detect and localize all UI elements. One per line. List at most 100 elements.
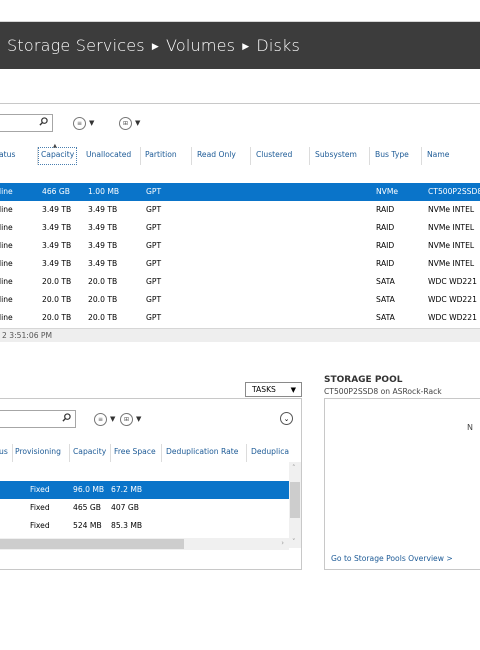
column-divider xyxy=(191,147,192,165)
cell-bus-type: RAID xyxy=(376,205,395,214)
group-icon: ⊞ xyxy=(119,116,132,130)
col-capacity[interactable]: Capacity xyxy=(73,447,106,456)
breadcrumb-volumes[interactable]: Volumes xyxy=(166,36,235,55)
cell-name: WDC WD221 xyxy=(428,295,477,304)
disks-header-row: atus ▲ Capacity Unallocated Partition Rea… xyxy=(0,143,480,165)
cell-name: NVMe INTEL xyxy=(428,259,475,268)
search-icon xyxy=(62,413,71,422)
table-row[interactable]: Fixed 465 GB 407 GB xyxy=(0,499,289,517)
col-deduplication-rate[interactable]: Deduplication Rate xyxy=(166,447,238,456)
scrollbar-thumb[interactable] xyxy=(290,482,300,518)
chevron-down-icon: ▼ xyxy=(135,119,141,127)
storage-pools-overview-link[interactable]: Go to Storage Pools Overview > xyxy=(331,554,453,563)
col-name[interactable]: Name xyxy=(427,150,449,159)
storage-pool-subtitle: CT500P2SSD8 on ASRock-Rack xyxy=(324,387,442,396)
col-capacity[interactable]: ▲ Capacity xyxy=(38,143,78,165)
cell-status: line xyxy=(0,205,13,214)
scroll-down-icon[interactable]: ˅ xyxy=(292,538,296,546)
cell-status: line xyxy=(0,241,13,250)
cell-name: CT500P2SSD8 xyxy=(428,187,480,196)
cell-partition: GPT xyxy=(146,241,162,250)
col-provisioning[interactable]: Provisioning xyxy=(15,447,61,456)
scroll-up-icon[interactable]: ˄ xyxy=(292,464,296,472)
vdisks-header-row: us Provisioning Capacity Free Space Dedu… xyxy=(0,444,301,462)
cell-bus-type: NVMe xyxy=(376,187,399,196)
column-divider xyxy=(161,444,162,462)
cell-unallocated: 20.0 TB xyxy=(88,313,118,322)
col-deduplication[interactable]: Deduplica xyxy=(251,447,289,456)
cell-name: NVMe INTEL xyxy=(428,223,475,232)
cell-partition: GPT xyxy=(146,187,162,196)
col-read-only[interactable]: Read Only xyxy=(197,150,236,159)
col-unallocated[interactable]: Unallocated xyxy=(86,150,131,159)
col-subsystem[interactable]: Subsystem xyxy=(315,150,357,159)
top-strip xyxy=(0,0,480,22)
disks-search-input[interactable] xyxy=(0,114,53,132)
cell-status: line xyxy=(0,313,13,322)
col-status[interactable]: us xyxy=(0,447,8,456)
table-row[interactable]: line 3.49 TB 3.49 TB GPT RAID NVMe INTEL xyxy=(0,237,480,255)
table-row[interactable]: line 20.0 TB 20.0 TB GPT SATA WDC WD221 xyxy=(0,309,480,327)
cell-capacity: 465 GB xyxy=(73,503,102,512)
vertical-scrollbar[interactable]: ˄ ˅ xyxy=(289,462,301,548)
cell-free-space: 67.2 MB xyxy=(111,485,143,494)
breadcrumb-disks[interactable]: Disks xyxy=(256,36,300,55)
col-bus-type[interactable]: Bus Type xyxy=(375,150,409,159)
cell-unallocated: 3.49 TB xyxy=(88,205,118,214)
table-row[interactable]: line 3.49 TB 3.49 TB GPT RAID NVMe INTEL xyxy=(0,219,480,237)
cell-capacity: 3.49 TB xyxy=(42,259,72,268)
collapse-icon[interactable]: ⌄ xyxy=(280,412,293,425)
cell-capacity: 20.0 TB xyxy=(42,295,72,304)
disks-status-bar: 2 3:51:06 PM xyxy=(0,328,480,342)
cell-unallocated: 3.49 TB xyxy=(88,223,118,232)
chevron-right-icon: ▶ xyxy=(242,42,250,52)
cell-capacity: 466 GB xyxy=(42,187,71,196)
cell-provisioning: Fixed xyxy=(30,521,50,530)
cell-status: line xyxy=(0,277,13,286)
table-row[interactable]: line 466 GB 1.00 MB GPT NVMe CT500P2SSD8 xyxy=(0,183,480,201)
table-row[interactable]: Fixed 524 MB 85.3 MB xyxy=(0,517,289,535)
table-row[interactable]: line 20.0 TB 20.0 TB GPT SATA WDC WD221 xyxy=(0,291,480,309)
table-row[interactable]: line 3.49 TB 3.49 TB GPT RAID NVMe INTEL xyxy=(0,201,480,219)
cell-capacity: 20.0 TB xyxy=(42,313,72,322)
horizontal-scrollbar[interactable]: › xyxy=(0,538,289,550)
table-row[interactable]: line 20.0 TB 20.0 TB GPT SATA WDC WD221 xyxy=(0,273,480,291)
cell-capacity: 524 MB xyxy=(73,521,102,530)
cell-status: line xyxy=(0,187,13,196)
cell-status: line xyxy=(0,223,13,232)
scroll-right-icon[interactable]: › xyxy=(281,539,284,547)
column-divider xyxy=(140,147,141,165)
column-divider xyxy=(12,444,13,462)
cell-partition: GPT xyxy=(146,277,162,286)
cell-free-space: 407 GB xyxy=(111,503,140,512)
vdisks-group-options-button[interactable]: ⊞ ▼ xyxy=(120,411,141,427)
chevron-down-icon: ▼ xyxy=(110,415,116,423)
col-free-space[interactable]: Free Space xyxy=(114,447,156,456)
table-row[interactable]: line 3.49 TB 3.49 TB GPT RAID NVMe INTEL xyxy=(0,255,480,273)
scrollbar-thumb[interactable] xyxy=(0,539,184,549)
vdisks-search-input[interactable] xyxy=(0,410,76,428)
cell-status: line xyxy=(0,259,13,268)
column-divider xyxy=(110,444,111,462)
cell-capacity: 20.0 TB xyxy=(42,277,72,286)
tasks-button[interactable]: TASKS ▼ xyxy=(245,382,302,397)
cell-partition: GPT xyxy=(146,295,162,304)
table-row[interactable]: Fixed 96.0 MB 67.2 MB xyxy=(0,481,289,499)
col-partition[interactable]: Partition xyxy=(145,150,177,159)
cell-unallocated: 20.0 TB xyxy=(88,277,118,286)
cell-provisioning: Fixed xyxy=(30,503,50,512)
breadcrumb-storage-services[interactable]: Storage Services xyxy=(7,36,145,55)
group-options-button[interactable]: ⊞ ▼ xyxy=(119,115,140,131)
vdisks-view-options-button[interactable]: ≡ ▼ xyxy=(94,411,115,427)
chevron-down-icon: ▼ xyxy=(290,386,296,394)
tasks-label: TASKS xyxy=(252,385,276,394)
pool-status-text: N xyxy=(467,423,473,432)
cell-partition: GPT xyxy=(146,259,162,268)
col-status[interactable]: atus xyxy=(0,150,15,159)
view-options-button[interactable]: ≡ ▼ xyxy=(73,115,94,131)
column-divider xyxy=(309,147,310,165)
column-divider xyxy=(250,147,251,165)
col-clustered[interactable]: Clustered xyxy=(256,150,292,159)
cell-bus-type: RAID xyxy=(376,241,395,250)
chevron-down-icon: ▼ xyxy=(89,119,95,127)
